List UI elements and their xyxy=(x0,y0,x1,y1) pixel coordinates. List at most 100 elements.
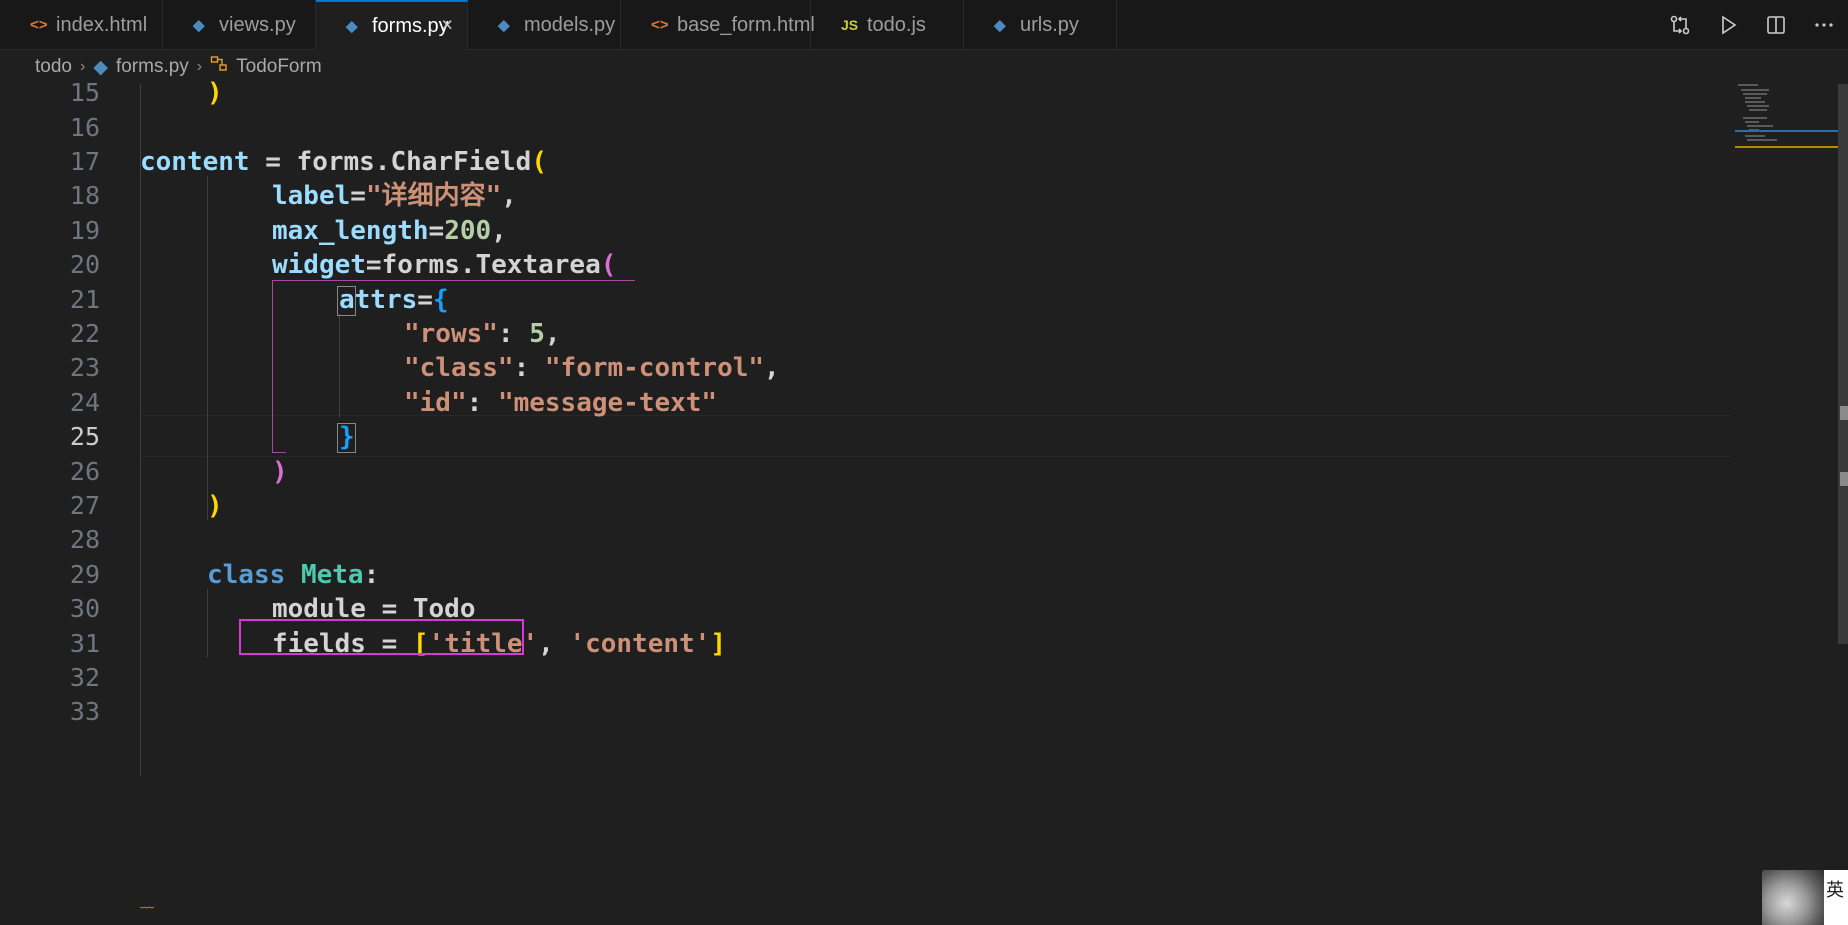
code-token: "rows" xyxy=(404,319,498,349)
ime-language-label: 英 xyxy=(1826,880,1844,901)
minimap-line xyxy=(1745,135,1765,137)
annotation-highlight-box xyxy=(239,619,524,655)
code-token: ) xyxy=(272,457,288,487)
code-token: content xyxy=(140,147,250,177)
minimap-line xyxy=(1745,97,1761,99)
code-token: "class" xyxy=(404,353,514,383)
tab-label: base_form.html xyxy=(677,13,815,36)
code-token: 200 xyxy=(444,216,492,246)
minimap-line xyxy=(1741,89,1769,91)
minimap-warning-line xyxy=(1735,146,1838,148)
vertical-scrollbar[interactable] xyxy=(1838,84,1848,925)
code-token: ( xyxy=(600,250,617,280)
code-token: "form-control" xyxy=(544,353,765,383)
code-token: : xyxy=(513,353,545,383)
tab-forms-py[interactable]: ◆ forms.py × xyxy=(316,0,468,50)
code-token: 'content' xyxy=(569,629,711,659)
code-token: = xyxy=(417,285,433,315)
editor-actions xyxy=(1656,0,1848,50)
code-token: "id" xyxy=(404,388,467,418)
code-token: 5 xyxy=(529,319,545,349)
code-token: , xyxy=(544,319,561,349)
editor-tab-bar: <> index.html ◆ views.py ◆ forms.py × ◆ … xyxy=(0,0,1848,50)
tab-label: views.py xyxy=(219,13,296,36)
code-token: =forms.Textarea xyxy=(365,250,601,280)
split-editor-icon[interactable] xyxy=(1752,0,1800,50)
minimap-cursor-line xyxy=(1735,130,1838,132)
breadcrumb: todo › ◆ forms.py › TodoForm xyxy=(0,50,1848,84)
tab-todo-js[interactable]: JS todo.js xyxy=(811,0,964,50)
code-token: { xyxy=(432,285,449,315)
tab-label: todo.js xyxy=(867,13,926,36)
indent-guide xyxy=(207,589,208,657)
minimap-line xyxy=(1738,84,1758,86)
minimap-line xyxy=(1747,125,1773,127)
python-file-icon: ◆ xyxy=(994,17,1006,34)
bracket-match-highlight xyxy=(337,286,356,316)
tab-label: forms.py xyxy=(372,14,449,37)
python-file-icon: ◆ xyxy=(193,17,205,34)
scrollbar-thumb[interactable] xyxy=(1838,84,1848,644)
code-token: Meta xyxy=(300,560,364,590)
minimap-line xyxy=(1743,117,1767,119)
tab-label: index.html xyxy=(56,13,148,36)
python-file-icon: ◆ xyxy=(346,18,358,35)
minimap-line xyxy=(1745,101,1765,103)
bracket-pair-guide xyxy=(272,280,273,452)
scrollbar-marker xyxy=(1840,406,1848,420)
cat-avatar-image xyxy=(1762,870,1824,925)
scrollbar-marker xyxy=(1840,472,1848,486)
code-token: = xyxy=(350,181,366,211)
indent-guide xyxy=(207,176,208,520)
code-token: ) xyxy=(207,491,223,521)
minimap-line xyxy=(1743,93,1767,95)
minimap-line xyxy=(1747,139,1777,141)
code-token: : xyxy=(466,388,498,418)
code-line-15: ) xyxy=(207,73,223,114)
breadcrumb-symbol[interactable]: TodoForm xyxy=(236,56,322,78)
indent-guide xyxy=(140,84,141,776)
tab-label: urls.py xyxy=(1020,13,1079,36)
code-token: max_length xyxy=(272,216,429,246)
code-token: : xyxy=(497,319,530,349)
code-token: class xyxy=(207,560,286,590)
code-token: "详细内容" xyxy=(365,181,502,211)
minimap[interactable] xyxy=(1735,84,1838,184)
tab-base-form-html[interactable]: <> base_form.html xyxy=(621,0,815,50)
bracket-match-highlight xyxy=(337,423,356,453)
tab-views-py[interactable]: ◆ views.py xyxy=(163,0,316,50)
tab-models-py[interactable]: ◆ models.py xyxy=(468,0,621,50)
code-token: , xyxy=(491,216,507,246)
minimap-line xyxy=(1747,105,1769,107)
code-token: label xyxy=(272,181,351,211)
more-actions-icon[interactable] xyxy=(1800,0,1848,50)
python-file-icon: ◆ xyxy=(498,17,510,34)
tab-label: models.py xyxy=(524,13,616,36)
code-token: , xyxy=(538,629,570,659)
run-icon[interactable] xyxy=(1704,0,1752,50)
code-line-24: "id": "message-text" xyxy=(404,383,717,424)
html-file-icon: <> xyxy=(30,16,48,34)
line-number: 33 xyxy=(69,697,100,726)
minimap-line xyxy=(1745,121,1759,123)
code-token: = xyxy=(428,216,445,246)
warning-squiggle: ﹏ xyxy=(140,895,154,911)
code-token: widget xyxy=(272,250,366,280)
breadcrumb-file[interactable]: forms.py xyxy=(116,56,189,78)
chevron-right-icon: › xyxy=(196,58,203,75)
code-token: = forms.CharField xyxy=(249,147,532,177)
code-editor[interactable]: 15 16 17 18 19 20 21 22 23 24 25 26 27 2… xyxy=(0,78,1848,925)
tab-urls-py[interactable]: ◆ urls.py xyxy=(964,0,1117,50)
code-token: : xyxy=(363,560,380,590)
minimap-line xyxy=(1749,109,1767,111)
code-token: ] xyxy=(710,629,726,659)
code-token: "message-text" xyxy=(497,388,718,418)
tab-index-html[interactable]: <> index.html xyxy=(0,0,163,50)
code-token: , xyxy=(501,181,517,211)
code-line-26: ) xyxy=(272,452,288,493)
close-icon[interactable]: × xyxy=(441,15,453,38)
source-control-compare-icon[interactable] xyxy=(1656,0,1704,50)
js-file-icon: JS xyxy=(841,17,859,33)
ime-indicator[interactable]: 英 xyxy=(1762,870,1848,925)
